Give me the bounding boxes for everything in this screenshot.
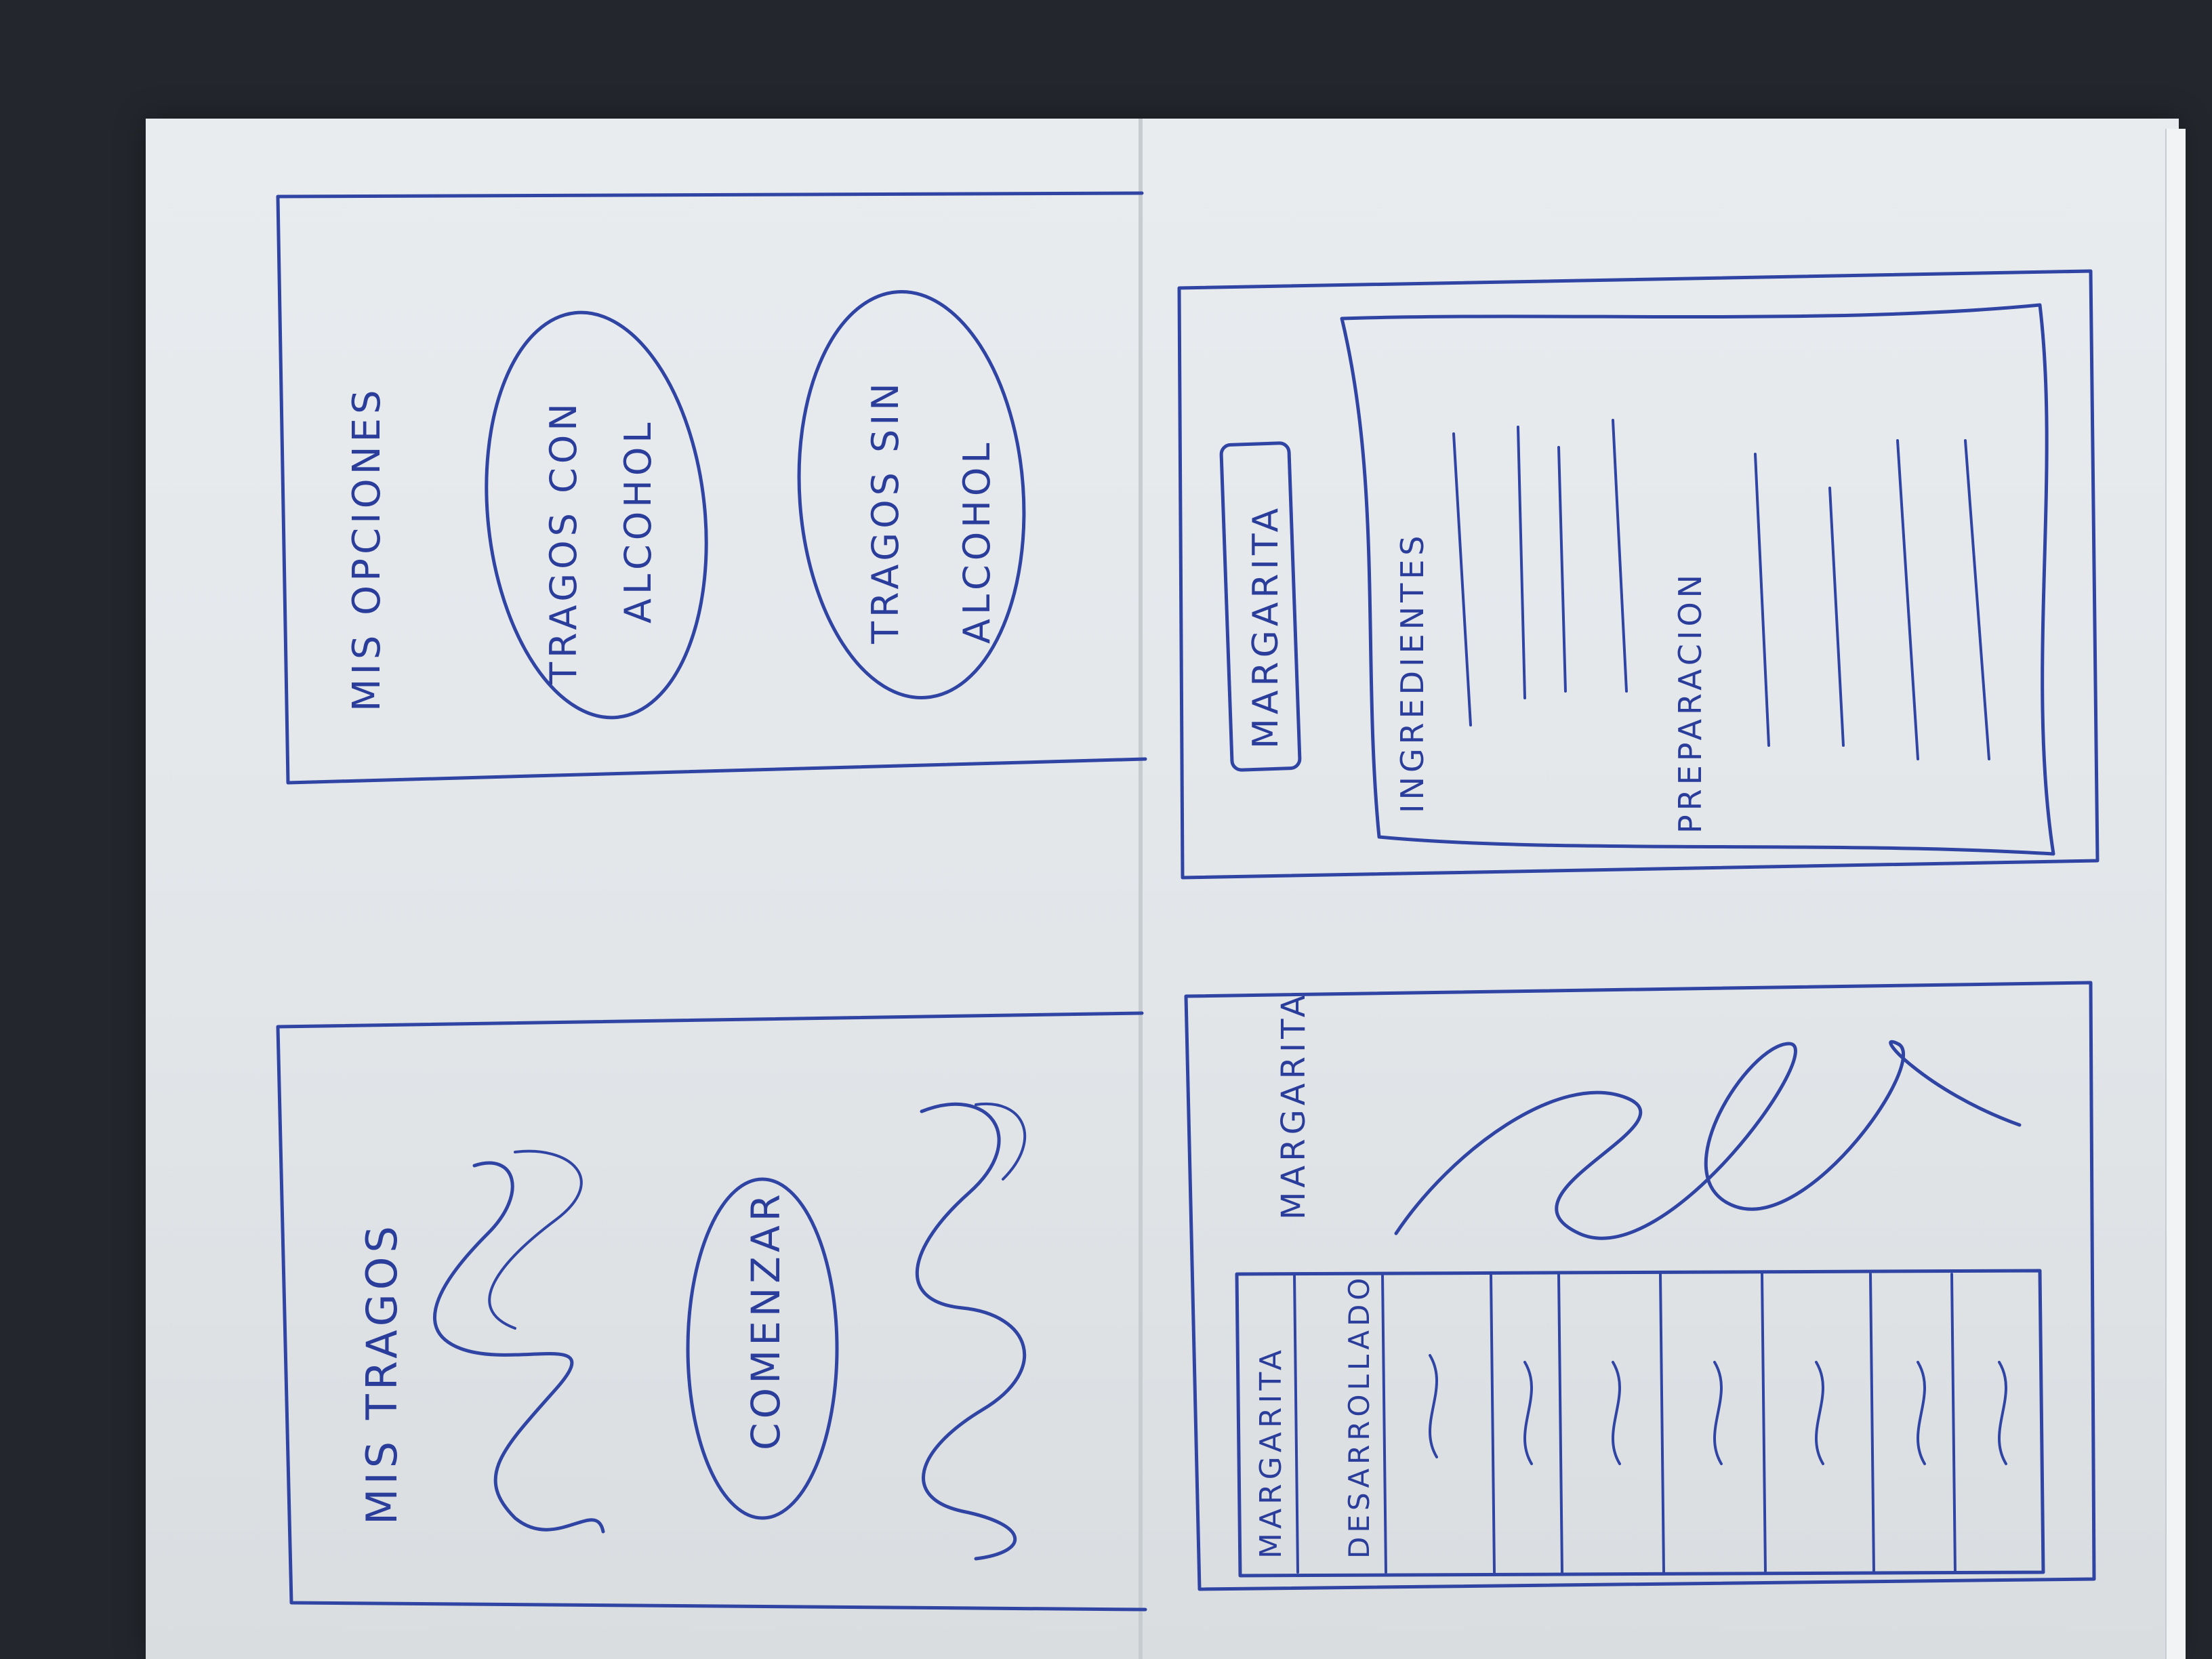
sketch-mis-opciones: MIS OPCIONES TRAGOS CON ALCOHOL TRAGOS S… [276, 191, 1147, 785]
trago-con-alcohol-label-1: TRAGOS CON [542, 399, 585, 685]
photo-background: MIS OPCIONES TRAGOS CON ALCOHOL TRAGOS S… [0, 0, 2212, 1659]
phone-frame-inicio [276, 1011, 1147, 1612]
table-header-col2: DESARROLLADO [1343, 1274, 1376, 1559]
sketch-lista: MARGARITA MARGARITA DESARROLLADO [1184, 981, 2096, 1591]
phone-frame-lista [1184, 981, 2096, 1591]
lista-drink-name: MARGARITA [1275, 991, 1313, 1220]
preparation-label: PREPARACION [1672, 571, 1708, 834]
preparation-lines [1754, 439, 1990, 760]
ingredient-lines [1452, 419, 1628, 726]
squiggle-left [432, 1161, 605, 1534]
phone-frame-opciones [276, 191, 1147, 785]
phone-frame-detalle [1177, 269, 2100, 880]
wireframe-sketches: MIS OPCIONES TRAGOS CON ALCOHOL TRAGOS S… [276, 191, 2100, 1612]
comenzar-button[interactable]: COMENZAR [686, 1177, 839, 1520]
inicio-title: MIS TRAGOS [357, 1222, 407, 1525]
drink-name-tag: MARGARITA [1219, 441, 1302, 772]
sketch-mis-tragos: MIS TRAGOS COMENZAR [276, 1011, 1147, 1612]
drinks-table: MARGARITA DESARROLLADO [1235, 1269, 2045, 1578]
opciones-title: MIS OPCIONES [345, 386, 389, 712]
detalle-drink-name: MARGARITA [1246, 504, 1286, 749]
squiggle-left-2 [488, 1149, 583, 1330]
table-header-col1: MARGARITA [1254, 1346, 1288, 1559]
scribble-description [1394, 1040, 2022, 1240]
sketch-detalle: MARGARITA INGREDIENTES PREPARACION [1177, 269, 2100, 880]
comenzar-label: COMENZAR [743, 1190, 789, 1450]
trago-sin-alcohol-button[interactable]: TRAGOS SIN ALCOHOL [785, 284, 1037, 705]
trago-con-alcohol-label-2: ALCOHOL [617, 419, 659, 623]
ingredients-label: INGREDIENTES [1394, 532, 1431, 813]
trago-con-alcohol-button[interactable]: TRAGOS CON ALCOHOL [468, 302, 726, 729]
trago-sin-alcohol-label-2: ALCOHOL [956, 439, 998, 644]
trago-sin-alcohol-label-1: TRAGOS SIN [864, 379, 907, 644]
